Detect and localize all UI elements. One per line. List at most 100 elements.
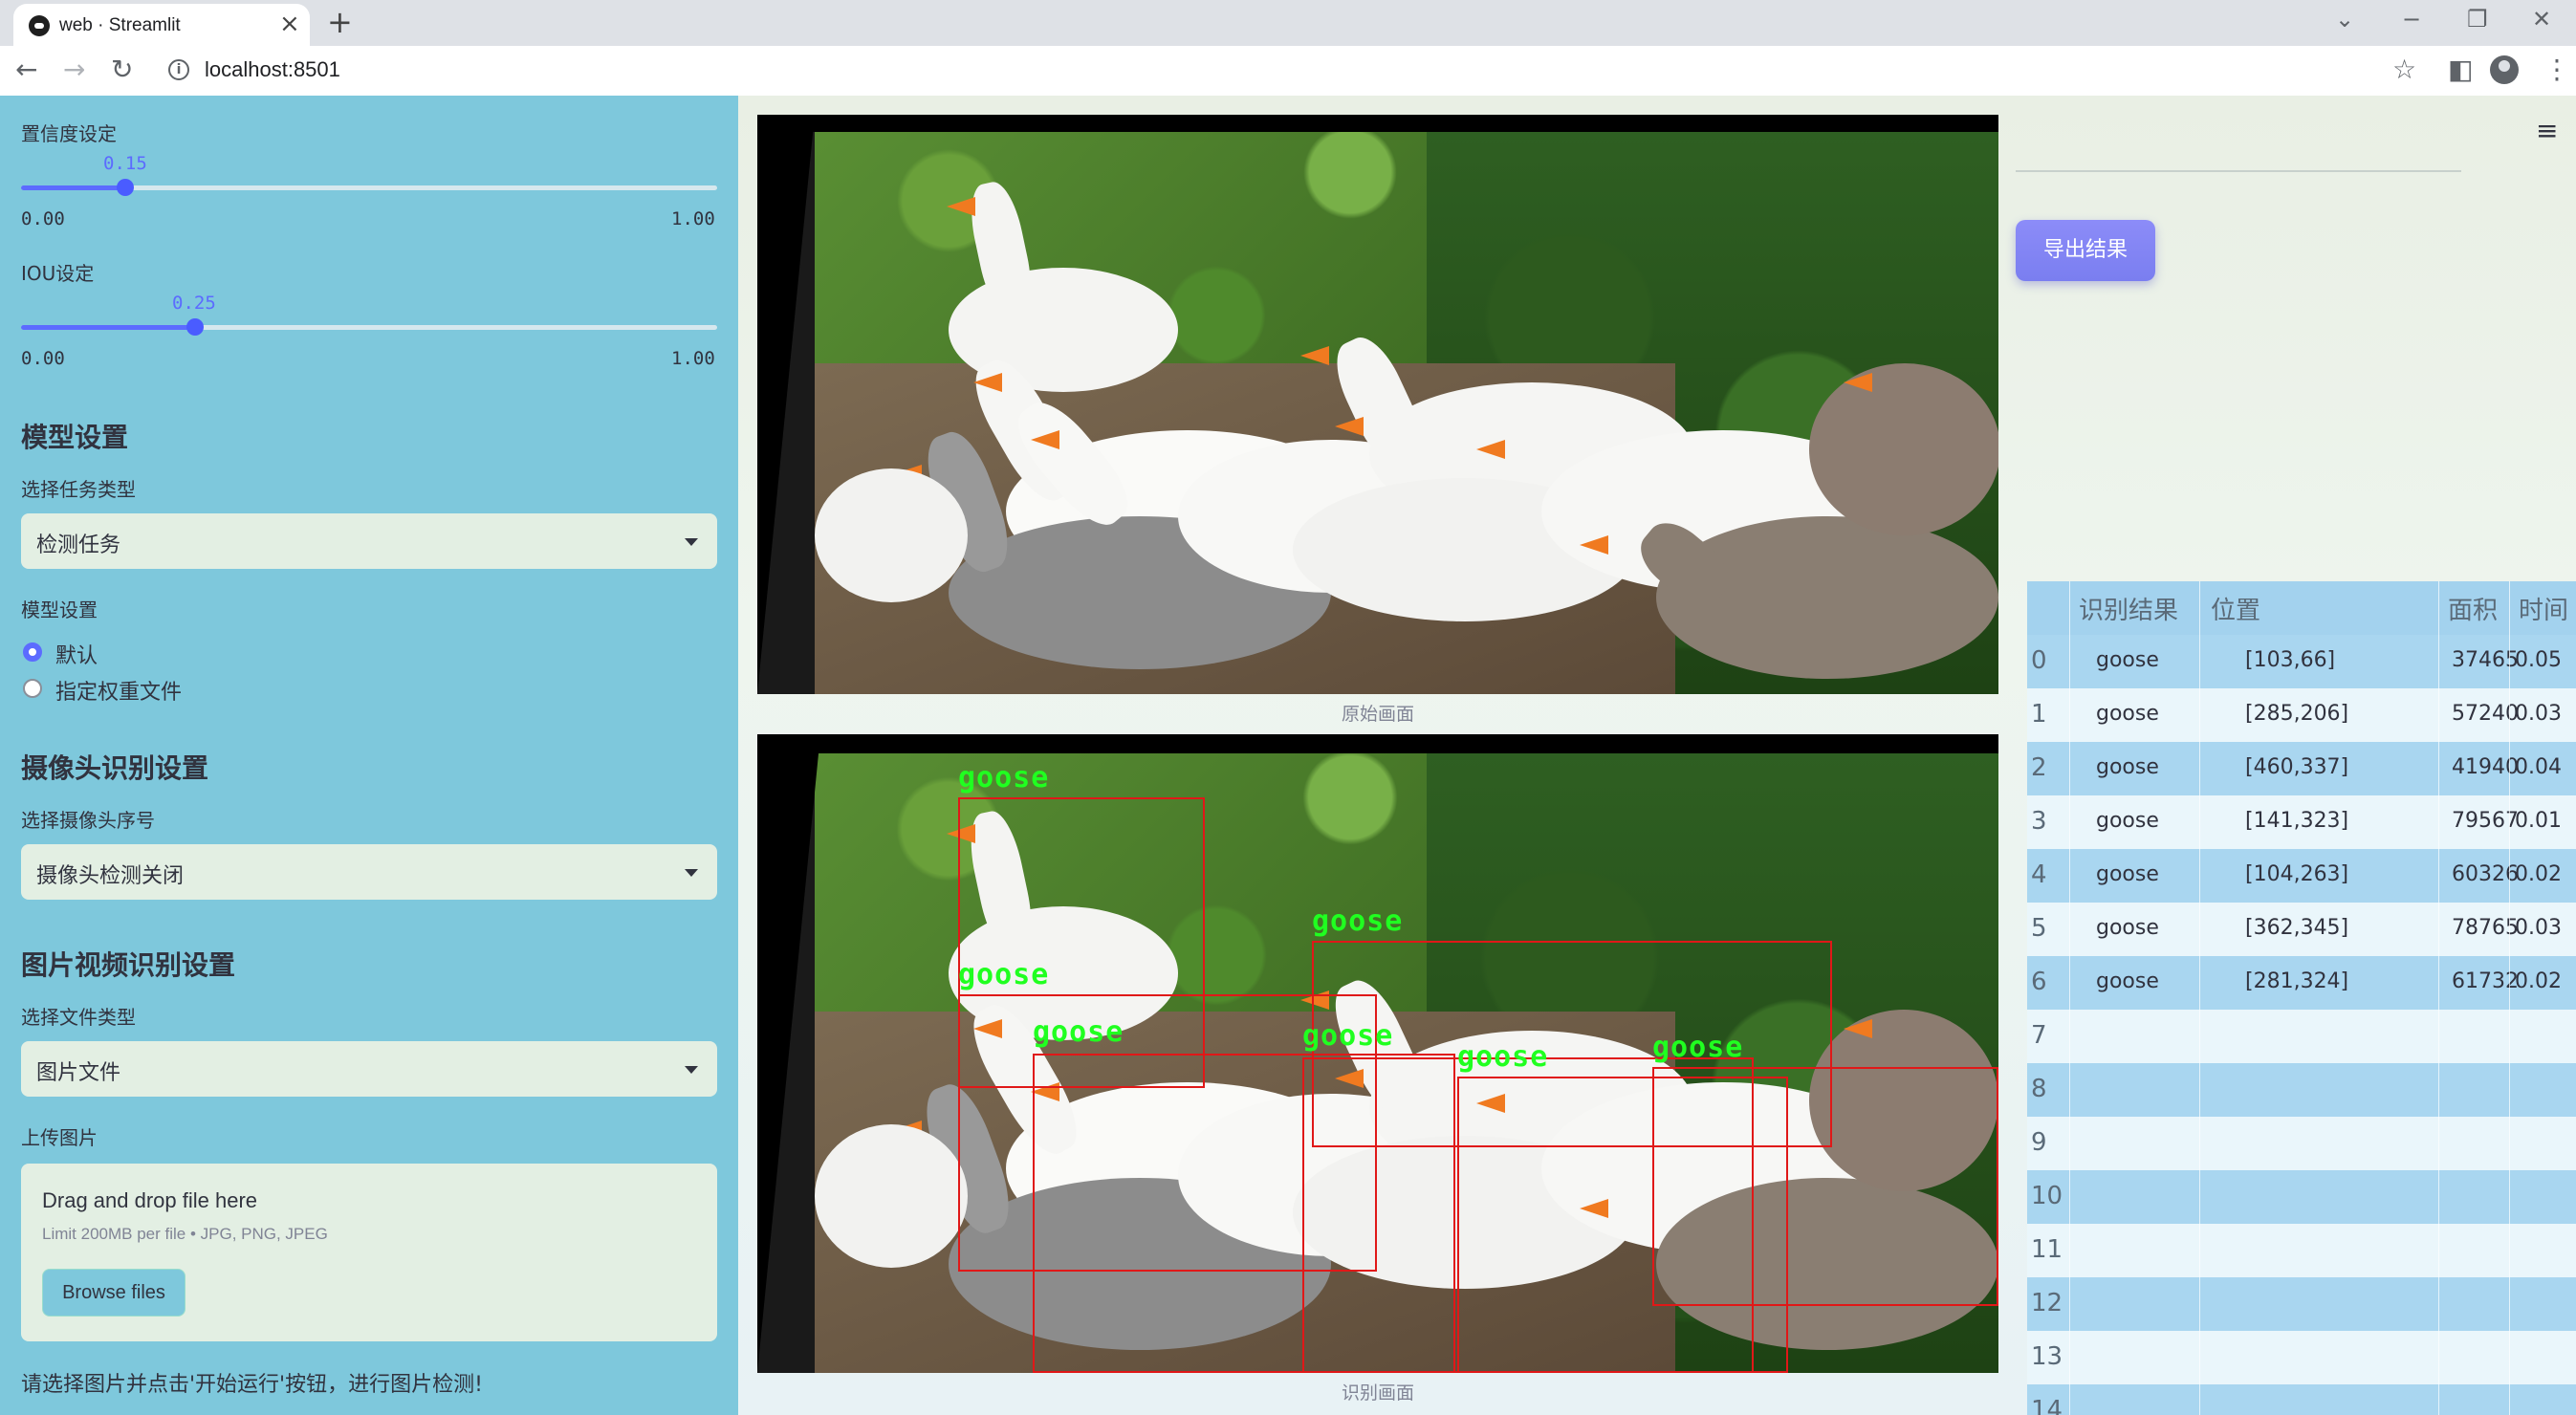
cell-time: 0.02 [2515, 862, 2562, 886]
confidence-slider-thumb[interactable] [117, 179, 135, 196]
export-results-button[interactable]: 导出结果 [2016, 220, 2155, 281]
table-row[interactable]: 8 [2027, 1063, 2576, 1117]
confidence-slider[interactable] [21, 179, 717, 196]
more-menu-icon[interactable]: ⋮ [2543, 54, 2570, 85]
table-row[interactable]: 4 goose [104,263] 60326 0.02 [2027, 849, 2576, 903]
forward-icon[interactable]: → [63, 54, 85, 85]
site-info-icon[interactable]: i [168, 59, 189, 80]
black-border [757, 115, 815, 694]
close-icon[interactable]: × [279, 10, 300, 38]
detection-label: goose [1302, 1019, 1394, 1053]
cell-time: 0.01 [2515, 809, 2562, 833]
row-index: 2 [2031, 753, 2047, 782]
cell-result: goose [2096, 809, 2159, 833]
radio-default[interactable] [23, 642, 42, 662]
row-index: 5 [2031, 914, 2047, 943]
browser-toolbar: ← → ↻ i localhost:8501 ☆ ◧ ⋮ [0, 46, 2576, 96]
col-header-position[interactable]: 位置 [2211, 591, 2260, 626]
original-image [757, 115, 1998, 694]
sidebar-hint: 请选择图片并点击'开始运行'按钮，进行图片检测! [21, 1373, 483, 1397]
file-type-value: 图片文件 [36, 1061, 121, 1085]
iou-slider-fill [21, 325, 195, 330]
new-tab-icon[interactable]: + [327, 4, 353, 40]
table-row[interactable]: 5 goose [362,345] 78765 0.03 [2027, 903, 2576, 956]
iou-slider[interactable] [21, 318, 717, 336]
file-dropzone[interactable]: Drag and drop file here Limit 200MB per … [21, 1164, 717, 1341]
row-index: 11 [2031, 1235, 2063, 1264]
task-type-select[interactable]: 检测任务 [21, 513, 717, 569]
col-divider [2438, 581, 2439, 1415]
camera-section-heading: 摄像头识别设置 [21, 752, 209, 784]
task-type-value: 检测任务 [36, 533, 121, 557]
browser-chrome: web · Streamlit × + ⌄ − ❐ ✕ ← → ↻ i loca… [0, 0, 2576, 96]
chevron-down-icon [685, 1066, 698, 1074]
detection-label: goose [1457, 1040, 1549, 1074]
camera-select[interactable]: 摄像头检测关闭 [21, 844, 717, 900]
radio-custom-weights-label[interactable]: 指定权重文件 [55, 675, 182, 706]
file-type-label: 选择文件类型 [21, 1006, 136, 1029]
col-header-result[interactable]: 识别结果 [2079, 591, 2178, 626]
cell-time: 0.02 [2515, 969, 2562, 993]
tab-search-chevron-icon[interactable]: ⌄ [2335, 6, 2354, 33]
goose-photo-detected: goose goose goose goose goose goose goos… [757, 734, 1998, 1373]
cell-result: goose [2096, 755, 2159, 779]
table-row[interactable]: 0 goose [103,66] 37465 0.05 [2027, 635, 2576, 688]
hamburger-menu-icon[interactable]: ≡ [2536, 115, 2558, 146]
col-divider [2069, 581, 2070, 1415]
iou-min: 0.00 [21, 348, 65, 369]
address-bar[interactable]: localhost:8501 [205, 57, 340, 82]
col-header-area[interactable]: 面积 [2448, 591, 2498, 626]
profile-avatar-icon[interactable] [2490, 55, 2519, 84]
cell-position: [103,66] [2245, 648, 2336, 672]
minimize-icon[interactable]: − [2402, 6, 2421, 33]
reload-icon[interactable]: ↻ [111, 54, 133, 85]
original-caption: 原始画面 [1341, 704, 1414, 725]
col-header-time[interactable]: 时间 [2519, 591, 2568, 626]
table-row[interactable]: 7 [2027, 1010, 2576, 1063]
cell-result: goose [2096, 916, 2159, 940]
iou-slider-thumb[interactable] [186, 318, 204, 336]
back-icon[interactable]: ← [15, 54, 37, 85]
table-row[interactable]: 13 [2027, 1331, 2576, 1384]
table-row[interactable]: 10 [2027, 1170, 2576, 1224]
table-row[interactable]: 14 [2027, 1384, 2576, 1415]
browse-files-button[interactable]: Browse files [42, 1269, 186, 1317]
row-index: 6 [2031, 968, 2047, 996]
bookmark-star-icon[interactable]: ☆ [2392, 54, 2416, 85]
cell-position: [285,206] [2245, 702, 2349, 726]
detected-image: goose goose goose goose goose goose goos… [757, 734, 1998, 1373]
file-type-select[interactable]: 图片文件 [21, 1041, 717, 1097]
sidebar: 置信度设定 0.15 0.00 1.00 IOU设定 0.25 0.00 1.0… [0, 96, 738, 1415]
cell-position: [141,323] [2245, 809, 2349, 833]
confidence-value: 0.15 [103, 153, 147, 174]
table-row[interactable]: 12 [2027, 1277, 2576, 1331]
browser-tab[interactable]: web · Streamlit × [13, 4, 310, 46]
cell-result: goose [2096, 862, 2159, 886]
restore-icon[interactable]: ❐ [2467, 6, 2488, 33]
row-index: 10 [2031, 1182, 2063, 1210]
table-row[interactable]: 2 goose [460,337] 41940 0.04 [2027, 742, 2576, 795]
table-row[interactable]: 11 [2027, 1224, 2576, 1277]
table-row[interactable]: 6 goose [281,324] 61732 0.02 [2027, 956, 2576, 1010]
cell-position: [362,345] [2245, 916, 2349, 940]
cell-position: [460,337] [2245, 755, 2349, 779]
divider [2016, 170, 2461, 172]
table-row[interactable]: 9 [2027, 1117, 2576, 1170]
side-panel-icon[interactable]: ◧ [2448, 54, 2473, 85]
confidence-slider-fill [21, 185, 126, 190]
iou-value: 0.25 [172, 293, 216, 314]
cell-result: goose [2096, 648, 2159, 672]
confidence-max: 1.00 [671, 208, 715, 229]
dropzone-limit: Limit 200MB per file • JPG, PNG, JPEG [42, 1225, 328, 1243]
row-index: 8 [2031, 1075, 2047, 1103]
table-row[interactable]: 1 goose [285,206] 57240 0.03 [2027, 688, 2576, 742]
cell-time: 0.03 [2515, 916, 2562, 940]
window-close-icon[interactable]: ✕ [2532, 6, 2551, 33]
radio-custom-weights[interactable] [23, 679, 42, 698]
chevron-down-icon [685, 538, 698, 546]
upload-label: 上传图片 [21, 1126, 98, 1149]
row-index: 4 [2031, 860, 2047, 889]
table-row[interactable]: 3 goose [141,323] 79567 0.01 [2027, 795, 2576, 849]
table-header-row: 识别结果 位置 面积 时间 [2027, 581, 2576, 635]
radio-default-label[interactable]: 默认 [55, 639, 98, 669]
